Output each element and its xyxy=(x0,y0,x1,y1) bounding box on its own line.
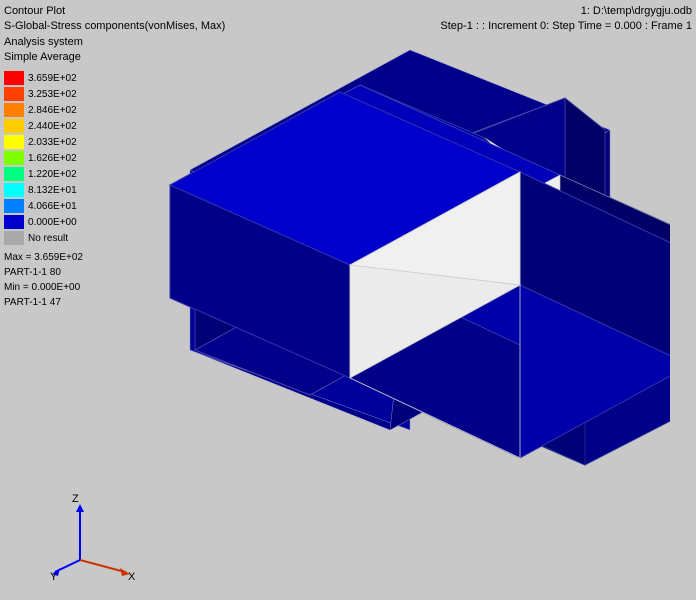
legend-color-swatch xyxy=(4,135,24,149)
legend-color-swatch xyxy=(4,215,24,229)
legend-item: 1.626E+02 xyxy=(4,150,83,166)
legend-item: 2.440E+02 xyxy=(4,118,83,134)
max-location: PART-1-1 80 xyxy=(4,265,83,280)
legend-color-swatch xyxy=(4,151,24,165)
legend-item: 0.000E+00 xyxy=(4,214,83,230)
legend-color-swatch xyxy=(4,103,24,117)
legend-value-label: 3.253E+02 xyxy=(28,89,77,100)
model-area xyxy=(130,30,670,490)
legend-item: 3.253E+02 xyxy=(4,86,83,102)
legend-item: 8.132E+01 xyxy=(4,182,83,198)
legend-color-swatch xyxy=(4,87,24,101)
plot-type-label: Contour Plot xyxy=(4,4,225,19)
min-location: PART-1-1 47 xyxy=(4,295,83,310)
legend-value-label: 4.066E+01 xyxy=(28,201,77,212)
legend-value-label: 2.846E+02 xyxy=(28,105,77,116)
legend-item: 1.220E+02 xyxy=(4,166,83,182)
legend-item: 4.066E+01 xyxy=(4,198,83,214)
legend-color-swatch xyxy=(4,71,24,85)
main-canvas: Contour Plot S-Global-Stress components(… xyxy=(0,0,696,600)
min-label: Min = 0.000E+00 xyxy=(4,280,83,295)
legend-value-label: 1.626E+02 xyxy=(28,153,77,164)
legend-color-swatch xyxy=(4,183,24,197)
no-result-label: No result xyxy=(28,233,68,244)
legend-color-swatch xyxy=(4,167,24,181)
legend-value-label: 2.440E+02 xyxy=(28,121,77,132)
legend-item: 2.033E+02 xyxy=(4,134,83,150)
legend-color-swatch xyxy=(4,199,24,213)
color-legend: 3.659E+02 3.253E+02 2.846E+02 2.440E+02 2.03… xyxy=(4,70,83,310)
legend-item: 3.659E+02 xyxy=(4,70,83,86)
max-label: Max = 3.659E+02 xyxy=(4,250,83,265)
legend-footer: Max = 3.659E+02 PART-1-1 80 Min = 0.000E… xyxy=(4,250,83,310)
axes-svg: Z Y X xyxy=(50,490,140,580)
legend-value-label: 8.132E+01 xyxy=(28,185,77,196)
no-result-color xyxy=(4,231,24,245)
legend-value-label: 3.659E+02 xyxy=(28,73,77,84)
legend-value-label: 1.220E+02 xyxy=(28,169,77,180)
y-axis-label: Y xyxy=(50,571,58,580)
legend-color-swatch xyxy=(4,119,24,133)
axis-indicator: Z Y X xyxy=(50,490,130,570)
legend-value-label: 2.033E+02 xyxy=(28,137,77,148)
file-ref-label: 1: D:\temp\drgygju.odb xyxy=(440,4,692,19)
model-final xyxy=(130,30,670,490)
legend-value-label: 0.000E+00 xyxy=(28,217,77,228)
legend-item: 2.846E+02 xyxy=(4,102,83,118)
z-axis-label: Z xyxy=(72,493,79,505)
no-result-row: No result xyxy=(4,230,83,246)
x-axis-label: X xyxy=(128,571,136,580)
